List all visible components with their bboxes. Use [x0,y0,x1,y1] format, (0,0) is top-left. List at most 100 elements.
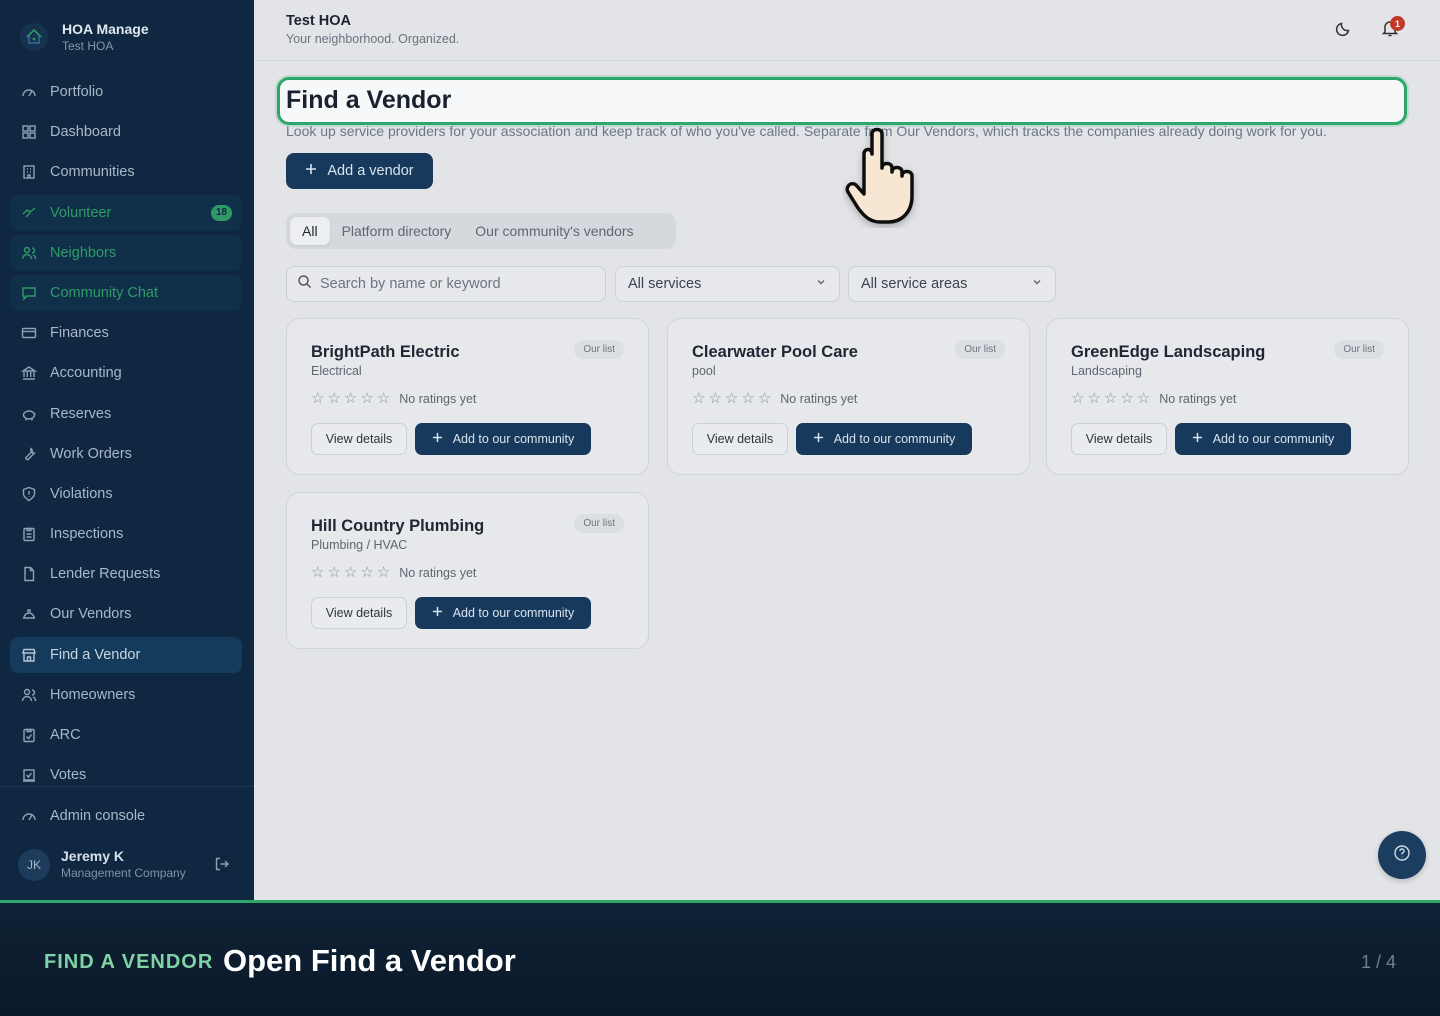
caption-section-label: FIND A VENDOR [44,951,214,973]
add-to-community-label: Add to our community [452,432,575,446]
sidebar-item-admin-console[interactable]: Admin console [10,798,242,834]
rating-text: No ratings yet [1159,392,1237,406]
caption-title: Open Find a Vendor [223,943,516,978]
handshake-icon [20,204,38,222]
sidebar-item-label: Our Vendors [50,606,132,623]
search-icon [297,274,312,294]
moon-icon[interactable] [1334,20,1352,43]
sidebar-item-lender-requests[interactable]: Lender Requests [10,556,242,592]
rating-stars: ☆ ☆ ☆ ☆ ☆ No ratings yet [311,391,476,407]
sidebar-item-dashboard[interactable]: Dashboard [10,114,242,150]
sidebar-item-our-vendors[interactable]: Our Vendors [10,596,242,632]
file-icon [20,565,38,583]
sidebar-item-votes[interactable]: Votes [10,757,242,793]
plus-icon [432,606,443,620]
tab-all[interactable]: All [290,217,330,245]
vendor-card: GreenEdge Landscaping Landscaping Our li… [1046,318,1409,475]
star-icon: ☆ [692,390,706,407]
star-icon: ☆ [708,390,722,407]
add-vendor-button[interactable]: Add a vendor [286,153,433,189]
view-details-button[interactable]: View details [311,423,407,455]
sidebar-divider [0,786,254,787]
logout-icon[interactable] [214,856,230,877]
rating-stars: ☆ ☆ ☆ ☆ ☆ No ratings yet [1071,391,1236,407]
rating-text: No ratings yet [399,392,477,406]
sidebar-item-portfolio[interactable]: Portfolio [10,74,242,110]
search-input[interactable] [320,276,590,292]
sidebar-item-label: Inspections [50,526,124,543]
sidebar-item-label: Volunteer [50,204,112,221]
star-icon: ☆ [724,390,739,407]
community-subtitle: Your neighborhood. Organized. [286,32,460,46]
sidebar-item-label: Neighbors [50,244,117,261]
plus-icon [813,432,824,446]
vendor-card: Hill Country Plumbing Plumbing / HVAC Ou… [286,492,649,649]
view-details-button[interactable]: View details [692,423,788,455]
sidebar-item-inspections[interactable]: Inspections [10,516,242,552]
sidebar-item-label: Homeowners [50,686,136,703]
sidebar-item-volunteer[interactable]: Volunteer 18 [10,194,242,231]
sidebar-item-label: Reserves [50,405,112,422]
star-icon: ☆ [757,390,772,407]
gauge-icon [20,807,38,825]
view-details-button[interactable]: View details [1071,423,1167,455]
sidebar-item-communities[interactable]: Communities [10,154,242,190]
building-icon [20,163,38,181]
services-select[interactable]: All services [615,266,840,302]
sidebar-nav: Portfolio Dashboard Communities Voluntee… [10,74,242,797]
service-areas-select-value: All service areas [861,276,968,292]
users-icon [20,244,38,262]
sidebar-item-accounting[interactable]: Accounting [10,355,242,391]
sidebar-item-violations[interactable]: Violations [10,476,242,512]
sidebar-item-label: Votes [50,767,87,784]
admin-section: Admin console [10,798,242,838]
sidebar-item-community-chat[interactable]: Community Chat [10,274,242,311]
search-field[interactable] [286,266,606,302]
sidebar-item-label: Accounting [50,365,122,382]
add-to-community-button[interactable]: Add to our community [415,597,591,629]
sidebar-item-neighbors[interactable]: Neighbors [10,234,242,271]
credit-card-icon [20,324,38,342]
star-icon: ☆ [741,390,755,407]
wrench-icon [20,445,38,463]
sidebar: HOA Manage Test HOA Portfolio Dashboard … [0,0,254,900]
sidebar-item-work-orders[interactable]: Work Orders [10,436,242,472]
view-details-button[interactable]: View details [311,597,407,629]
chevron-down-icon [1031,276,1043,292]
star-icon: ☆ [1103,390,1118,407]
sidebar-item-label: Finances [50,325,109,342]
brand[interactable]: HOA Manage Test HOA [20,20,149,54]
sidebar-item-reserves[interactable]: Reserves [10,396,242,432]
tab-our-community-vendors[interactable]: Our community's vendors [463,217,645,245]
add-to-community-label: Add to our community [452,606,575,620]
user-profile[interactable]: JK Jeremy K Management Company [18,848,238,881]
sidebar-item-finances[interactable]: Finances [10,315,242,351]
tab-platform-directory[interactable]: Platform directory [330,217,464,245]
rating-text: No ratings yet [780,392,858,406]
our-list-badge: Our list [574,340,624,359]
shield-alert-icon [20,485,38,503]
add-to-community-button[interactable]: Add to our community [415,423,591,455]
brand-name: HOA Manage [62,21,149,37]
sidebar-item-find-a-vendor[interactable]: Find a Vendor [10,636,242,673]
rating-stars: ☆ ☆ ☆ ☆ ☆ No ratings yet [311,565,476,581]
avatar: JK [18,848,50,881]
sidebar-item-label: Work Orders [50,445,132,462]
star-icon: ☆ [360,390,374,407]
service-areas-select[interactable]: All service areas [848,266,1056,302]
sidebar-item-homeowners[interactable]: Homeowners [10,677,242,713]
add-to-community-label: Add to our community [833,432,956,446]
brand-org: Test HOA [62,39,114,53]
add-to-community-label: Add to our community [1212,432,1335,446]
bank-icon [20,364,38,382]
add-to-community-button[interactable]: Add to our community [1175,423,1351,455]
vendor-category: pool [692,364,716,378]
vendor-category: Landscaping [1071,364,1142,378]
sidebar-item-arc[interactable]: ARC [10,717,242,753]
star-icon: ☆ [343,564,358,581]
vendor-tabs: All Platform directory Our community's v… [286,213,676,249]
user-name: Jeremy K [61,848,125,864]
help-button[interactable] [1378,831,1426,879]
add-to-community-button[interactable]: Add to our community [796,423,972,455]
user-role: Management Company [61,866,186,880]
